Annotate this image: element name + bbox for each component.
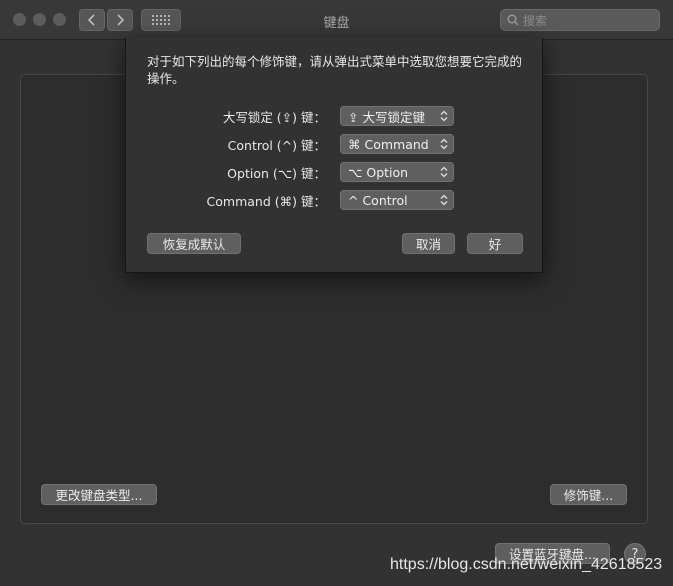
cancel-button[interactable]: 取消 bbox=[402, 233, 455, 254]
modifier-keys-sheet: 对于如下列出的每个修饰键，请从弹出式菜单中选取您想要它完成的操作。 大写锁定 (… bbox=[125, 38, 543, 273]
watermark-text: https://blog.csdn.net/weixin_42618523 bbox=[390, 556, 663, 573]
up-down-chevron-icon bbox=[438, 109, 450, 123]
popup-value: ⌥ Option bbox=[348, 164, 409, 180]
up-down-chevron-icon bbox=[438, 165, 450, 179]
title-bar: 键盘 搜索 bbox=[0, 0, 673, 40]
search-field[interactable]: 搜索 bbox=[500, 9, 660, 31]
sheet-description: 对于如下列出的每个修饰键，请从弹出式菜单中选取您想要它完成的操作。 bbox=[147, 54, 523, 86]
search-icon bbox=[507, 14, 519, 26]
ok-button[interactable]: 好 bbox=[467, 233, 523, 254]
restore-defaults-button[interactable]: 恢复成默认 bbox=[147, 233, 241, 254]
popup-value: ⇪ 大写锁定键 bbox=[348, 109, 425, 125]
option-key-label: Option (⌥) 键： bbox=[227, 166, 326, 181]
up-down-chevron-icon bbox=[438, 137, 450, 151]
system-preferences-window: 键盘 搜索 更改键盘类型... 修饰键... 设置蓝牙键盘... ? 对于如下列… bbox=[0, 0, 673, 586]
command-key-label: Command (⌘) 键： bbox=[206, 194, 326, 209]
caps-lock-key-popup[interactable]: ⇪ 大写锁定键 bbox=[340, 106, 454, 126]
up-down-chevron-icon bbox=[438, 193, 450, 207]
command-key-popup[interactable]: ^ Control bbox=[340, 190, 454, 210]
modifier-keys-button[interactable]: 修饰键... bbox=[550, 484, 627, 505]
change-keyboard-type-button[interactable]: 更改键盘类型... bbox=[41, 484, 157, 505]
popup-value: ⌘ Command bbox=[348, 136, 429, 152]
search-placeholder: 搜索 bbox=[523, 13, 548, 28]
control-key-label: Control (^) 键： bbox=[227, 138, 326, 153]
control-key-popup[interactable]: ⌘ Command bbox=[340, 134, 454, 154]
popup-value: ^ Control bbox=[348, 192, 408, 208]
caps-lock-key-label: 大写锁定 (⇪) 键： bbox=[222, 110, 326, 125]
option-key-popup[interactable]: ⌥ Option bbox=[340, 162, 454, 182]
